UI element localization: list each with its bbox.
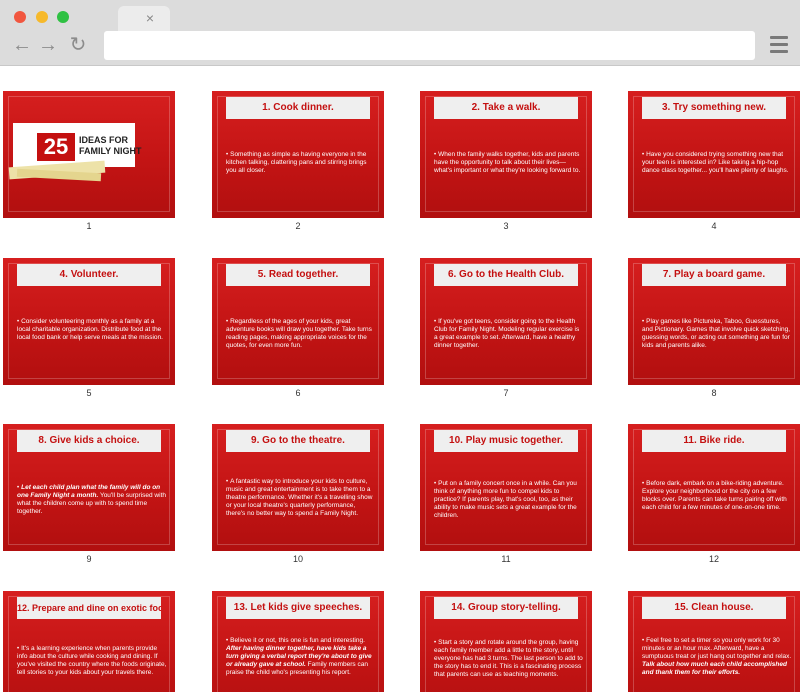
slide-number: 1 [86, 221, 92, 231]
slide-thumbnail[interactable]: 1. Cook dinner. • Something as simple as … [212, 91, 384, 232]
slide-number: 6 [295, 388, 301, 398]
slide-body: • Put on a family concert once in a while… [434, 480, 577, 519]
slide-thumbnail-grid: 25 IDEAS FOR FAMILY NIGHT 1 1. Cook dinn… [0, 67, 800, 692]
forward-icon[interactable]: → [37, 34, 59, 56]
close-icon[interactable]: × [142, 10, 158, 26]
browser-chrome: × ← → ↻ [0, 0, 800, 66]
slide-thumbnail[interactable]: 9. Go to the theatre. • A fantastic way t… [212, 424, 384, 565]
slide-thumbnail[interactable]: 8. Give kids a choice. • Let each child p… [3, 424, 175, 565]
slide-body: • Before dark, embark on a bike-riding ad… [642, 480, 787, 511]
slide-title: 3. Try something new. [642, 97, 786, 119]
slide-title: 14. Group story-telling. [434, 597, 578, 619]
slide-number: 2 [295, 221, 301, 231]
slide-number: 12 [708, 554, 719, 564]
slide-title: 1. Cook dinner. [226, 97, 370, 119]
slide-number: 8 [711, 388, 717, 398]
maximize-window-button[interactable] [57, 11, 69, 23]
minimize-window-button[interactable] [36, 11, 48, 23]
slide-thumbnail[interactable]: 2. Take a walk. • When the family walks t… [420, 91, 592, 232]
slide-number: 10 [292, 554, 303, 564]
slide-number: 7 [503, 388, 509, 398]
slide-title: 4. Volunteer. [17, 264, 161, 286]
slide-body: • Consider volunteering monthly as a fami… [17, 318, 163, 341]
slide-number: 4 [711, 221, 717, 231]
slide-body: • When the family walks together, kids an… [434, 151, 581, 174]
slide-title: 6. Go to the Health Club. [434, 264, 578, 286]
reload-icon[interactable]: ↻ [67, 34, 89, 56]
slide-title: 12. Prepare and dine on exotic food. [17, 597, 161, 619]
slide-thumbnail[interactable]: 4. Volunteer. • Consider volunteering mon… [3, 258, 175, 399]
cover-number: 25 [37, 133, 75, 161]
slide-number: 11 [501, 554, 511, 564]
slide-title: 7. Play a board game. [642, 264, 786, 286]
slide-body: • It's a learning experience when parents… [17, 645, 167, 676]
slide-number: 5 [86, 388, 92, 398]
menu-icon[interactable] [770, 36, 788, 54]
back-icon[interactable]: ← [11, 34, 33, 56]
slide-body: • If you've got teens, consider going to … [434, 318, 580, 349]
address-bar[interactable] [104, 31, 755, 60]
slide-body: • Play games like Pictureka, Taboo, Guess… [642, 318, 791, 349]
slide-body: • Have you considered trying something ne… [642, 151, 789, 174]
slide-body: • Feel free to set a timer so you only wo… [642, 637, 792, 676]
slide-thumbnail[interactable]: 5. Read together. • Regardless of the age… [212, 258, 384, 399]
slide-thumbnail[interactable]: 15. Clean house. • Feel free to set a tim… [628, 591, 800, 692]
slide-thumbnail[interactable]: 14. Group story-telling. • Start a story … [420, 591, 592, 692]
slide-title: 10. Play music together. [434, 430, 578, 452]
slide-title: 13. Let kids give speeches. [226, 597, 370, 619]
slide-body: • A fantastic way to introduce your kids … [226, 478, 373, 517]
slide-thumbnail[interactable]: 11. Bike ride. • Before dark, embark on a… [628, 424, 800, 565]
cover-title: IDEAS FOR FAMILY NIGHT [79, 135, 142, 156]
slide-number: 3 [503, 221, 509, 231]
slide-title: 11. Bike ride. [642, 430, 786, 452]
slide-thumbnail[interactable]: 7. Play a board game. • Play games like P… [628, 258, 800, 399]
slide-cover: 25 IDEAS FOR FAMILY NIGHT [3, 91, 175, 218]
slide-title: 8. Give kids a choice. [17, 430, 161, 452]
slide-thumbnail[interactable]: 10. Play music together. • Put on a famil… [420, 424, 592, 565]
slide-title: 2. Take a walk. [434, 97, 578, 119]
slide-number: 9 [86, 554, 92, 564]
slide-thumbnail[interactable]: 13. Let kids give speeches. • Believe it … [212, 591, 384, 692]
slide-title: 9. Go to the theatre. [226, 430, 370, 452]
slide-body: • Believe it or not, this one is fun and … [226, 637, 372, 676]
slide-thumbnail[interactable]: 25 IDEAS FOR FAMILY NIGHT 1 [3, 91, 175, 232]
close-window-button[interactable] [14, 11, 26, 23]
slide-body: • Start a story and rotate around the gro… [434, 639, 583, 678]
slide-body: • Let each child plan what the family wil… [17, 484, 166, 515]
slide-thumbnail[interactable]: 12. Prepare and dine on exotic food. • It… [3, 591, 175, 692]
slide-thumbnail[interactable]: 3. Try something new. • Have you consider… [628, 91, 800, 232]
slide-thumbnail[interactable]: 6. Go to the Health Club. • If you've got… [420, 258, 592, 399]
slide-body: • Regardless of the ages of your kids, gr… [226, 318, 372, 349]
slide-title: 5. Read together. [226, 264, 370, 286]
slide-body: • Something as simple as having everyone … [226, 151, 367, 174]
slide-title: 15. Clean house. [642, 597, 786, 619]
